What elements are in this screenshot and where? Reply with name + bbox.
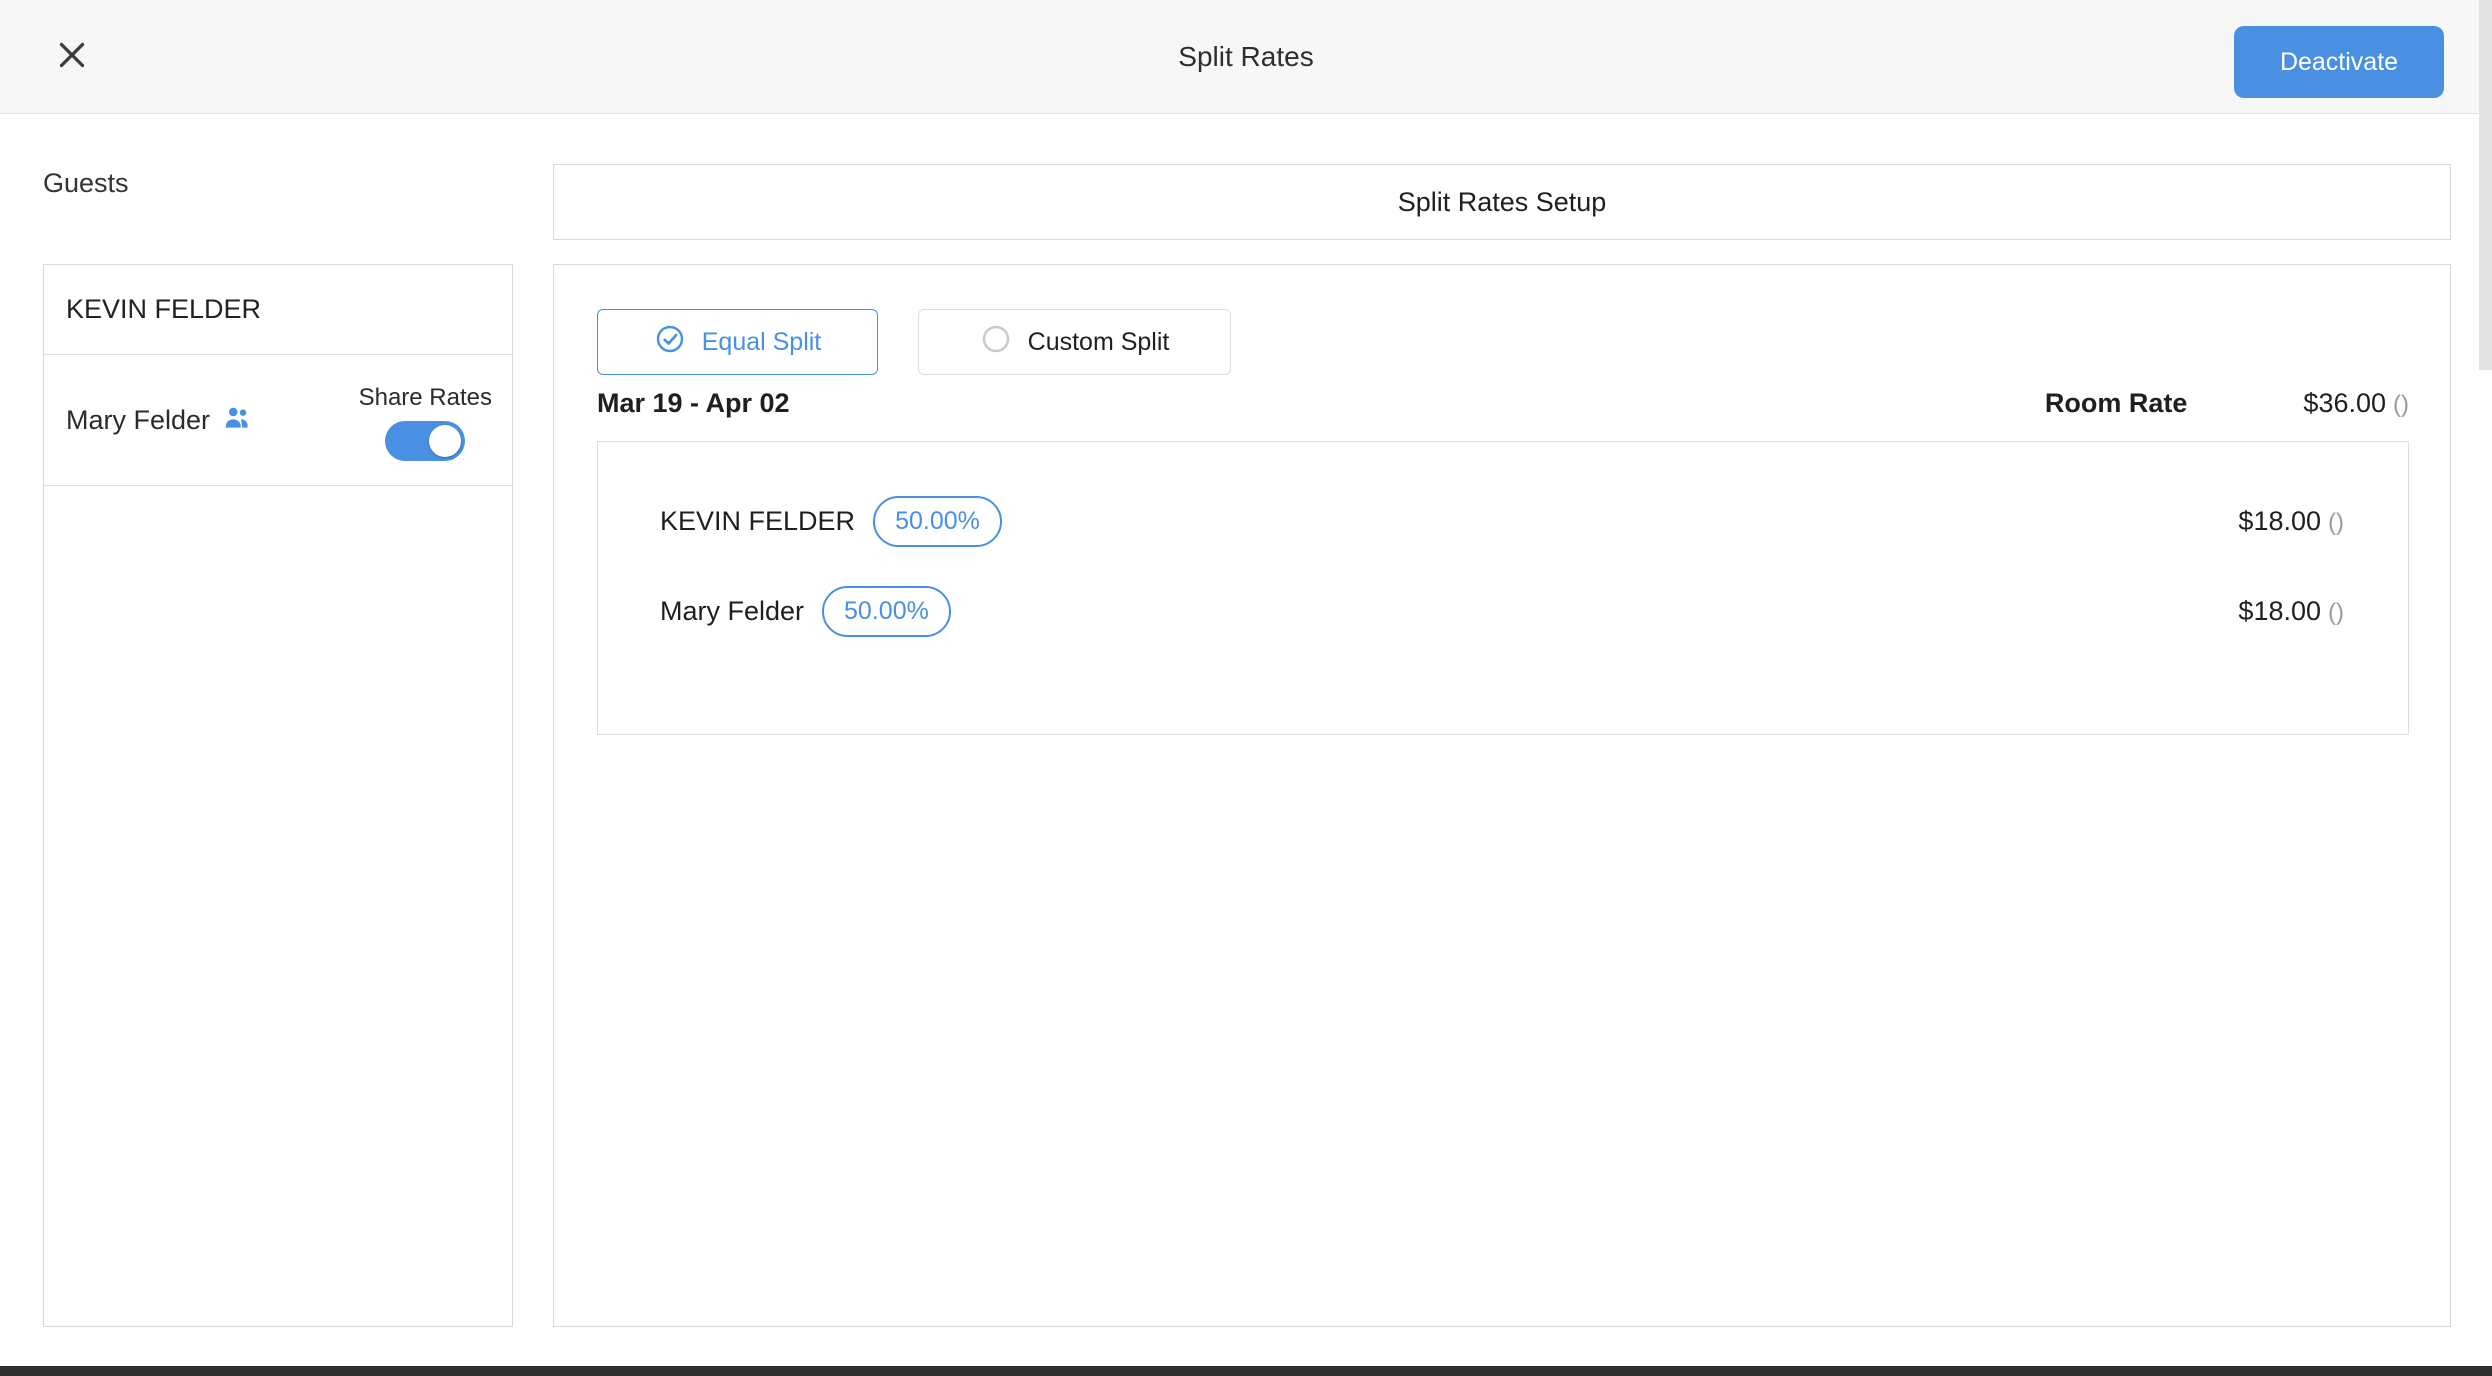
guests-panel: KEVIN FELDER Mary Felder Share Rates [43, 264, 513, 1327]
check-circle-icon [654, 323, 686, 362]
split-guest-name: KEVIN FELDER [660, 506, 855, 537]
close-button[interactable] [48, 33, 96, 81]
split-row: Mary Felder 50.00% $18.00() [660, 566, 2344, 656]
guests-section-label: Guests [43, 168, 129, 199]
modal-header: Split Rates Deactivate [0, 0, 2492, 114]
shared-guests-icon [222, 404, 252, 437]
page-title: Split Rates [0, 0, 2492, 114]
split-percent-pill[interactable]: 50.00% [822, 586, 951, 637]
equal-split-label: Equal Split [702, 328, 822, 357]
split-rates-setup-header: Split Rates Setup [553, 164, 2451, 240]
share-rates-label: Share Rates [359, 384, 492, 412]
bottom-edge [0, 1366, 2492, 1376]
split-amount-note: () [2328, 509, 2344, 536]
split-rates-setup-panel: Equal Split Custom Split Mar 19 - Apr 02… [553, 264, 2451, 1327]
setup-title: Split Rates Setup [1398, 187, 1607, 218]
split-amount: $18.00() [2238, 596, 2344, 627]
split-amount: $18.00() [2238, 506, 2344, 537]
guest-list-item[interactable]: Mary Felder Share Rates [44, 355, 512, 486]
scrollbar[interactable] [2479, 0, 2492, 370]
guest-name: Mary Felder [66, 405, 210, 436]
rate-period-row: Mar 19 - Apr 02 Room Rate $36.00() [597, 377, 2409, 429]
custom-split-button[interactable]: Custom Split [918, 309, 1231, 375]
toggle-knob [429, 425, 461, 457]
custom-split-label: Custom Split [1028, 328, 1170, 357]
split-amount-note: () [2328, 599, 2344, 626]
equal-split-button[interactable]: Equal Split [597, 309, 878, 375]
room-rate-note: () [2393, 391, 2409, 418]
primary-guest-name: KEVIN FELDER [66, 294, 261, 325]
split-percent-pill[interactable]: 50.00% [873, 496, 1002, 547]
room-rate-value: $36.00() [2303, 388, 2409, 419]
split-mode-selector: Equal Split Custom Split [597, 309, 1231, 375]
split-guest-name: Mary Felder [660, 596, 804, 627]
split-breakdown-box: KEVIN FELDER 50.00% $18.00() Mary Felder… [597, 441, 2409, 735]
split-row: KEVIN FELDER 50.00% $18.00() [660, 476, 2344, 566]
radio-circle-icon [980, 323, 1012, 362]
deactivate-button[interactable]: Deactivate [2234, 26, 2444, 98]
share-rates-toggle[interactable] [385, 421, 465, 461]
close-icon [54, 37, 90, 78]
date-range: Mar 19 - Apr 02 [597, 388, 790, 419]
room-rate-label: Room Rate [2045, 388, 2188, 419]
primary-guest-item[interactable]: KEVIN FELDER [44, 265, 512, 355]
